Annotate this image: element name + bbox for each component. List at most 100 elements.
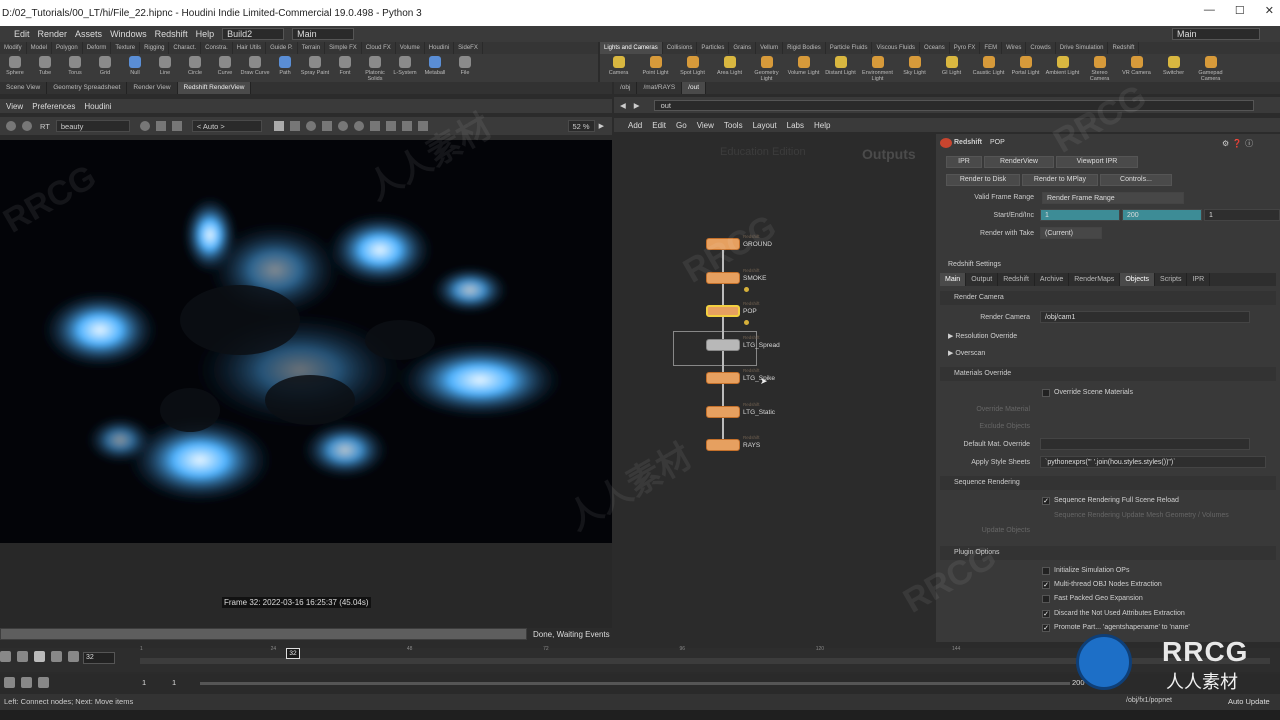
tool-caustic-light[interactable]: Caustic Light xyxy=(970,54,1007,76)
auto-update-button[interactable]: Auto Update xyxy=(1228,697,1270,706)
tab-render-view[interactable]: Render View xyxy=(127,82,178,94)
node-ground[interactable] xyxy=(706,238,740,250)
shelf-tab-grains[interactable]: Grains xyxy=(729,42,757,54)
shelf-tab-oceans[interactable]: Oceans xyxy=(920,42,950,54)
color-wheel-icon[interactable] xyxy=(305,121,316,131)
shelf-tab-rigging[interactable]: Rigging xyxy=(140,42,170,54)
default-mat-override-field[interactable] xyxy=(1040,438,1250,450)
shelf-tab-fem[interactable]: FEM xyxy=(980,42,1003,54)
shelf-tab-modify[interactable]: Modify xyxy=(0,42,27,54)
stop-render-icon[interactable] xyxy=(22,121,32,131)
lock-icon[interactable] xyxy=(401,121,412,131)
shelf-tab-sidefx[interactable]: SideFX xyxy=(454,42,483,54)
materials-override-section[interactable]: Materials Override xyxy=(940,367,1276,381)
tab-scene-view[interactable]: Scene View xyxy=(0,82,48,94)
net-menu-go[interactable]: Go xyxy=(676,121,687,130)
init-sim-ops-checkbox[interactable] xyxy=(1042,567,1050,575)
render-view-canvas[interactable] xyxy=(0,140,612,543)
node-pop[interactable] xyxy=(706,305,740,317)
render-with-take-select[interactable]: (Current) xyxy=(1040,227,1102,239)
shelf-tab-pyro-fx[interactable]: Pyro FX xyxy=(950,42,981,54)
range-start[interactable]: 1 xyxy=(142,678,146,687)
tool-camera[interactable]: Camera xyxy=(600,54,637,76)
viewport-ipr-button[interactable]: Viewport IPR xyxy=(1056,156,1138,168)
param-tab-output[interactable]: Output xyxy=(966,273,999,286)
net-menu-tools[interactable]: Tools xyxy=(724,121,743,130)
node-rays[interactable] xyxy=(706,439,740,451)
tool-switcher[interactable]: Switcher xyxy=(1155,54,1192,76)
timeline-cursor[interactable]: 32 xyxy=(286,648,300,659)
tool-volume-light[interactable]: Volume Light xyxy=(785,54,822,76)
shelf-tab-wires[interactable]: Wires xyxy=(1002,42,1027,54)
tool-line[interactable]: Line xyxy=(150,54,180,76)
tool-draw-curve[interactable]: Draw Curve xyxy=(240,54,270,76)
seq-full-reload-checkbox[interactable]: ✓ xyxy=(1042,497,1050,505)
valid-frame-range-select[interactable]: Render Frame Range xyxy=(1042,192,1184,204)
net-menu-layout[interactable]: Layout xyxy=(753,121,777,130)
tool-spot-light[interactable]: Spot Light xyxy=(674,54,711,76)
discard-unused-checkbox[interactable]: ✓ xyxy=(1042,610,1050,618)
menu-windows[interactable]: Windows xyxy=(110,29,147,39)
range-start-2[interactable]: 1 xyxy=(172,678,176,687)
zoom-field[interactable]: 52 % xyxy=(567,120,595,132)
right-main-selector[interactable]: Main xyxy=(1172,28,1260,40)
tool-gi-light[interactable]: GI Light xyxy=(933,54,970,76)
shelf-tab-redshift[interactable]: Redshift xyxy=(1108,42,1140,54)
tool-stereo-camera[interactable]: Stereo Camera xyxy=(1081,54,1118,82)
shelf-tab-guide-p[interactable]: Guide P. xyxy=(266,42,298,54)
controls-button[interactable]: Controls... xyxy=(1100,174,1172,186)
promote-part-checkbox[interactable]: ✓ xyxy=(1042,624,1050,632)
plugin-options-section[interactable]: Plugin Options xyxy=(940,546,1276,560)
desktop-selector[interactable]: Build2 xyxy=(222,28,285,40)
start-render-icon[interactable] xyxy=(6,121,16,131)
overscan-toggle[interactable]: ▶ Overscan xyxy=(948,349,985,357)
expand-icon[interactable] xyxy=(369,121,380,131)
param-tab-redshift[interactable]: Redshift xyxy=(998,273,1035,286)
shelf-tab-viscous-fluids[interactable]: Viscous Fluids xyxy=(872,42,921,54)
tool-vr-camera[interactable]: VR Camera xyxy=(1118,54,1155,76)
ab-icon[interactable] xyxy=(417,121,428,131)
settings-icon[interactable] xyxy=(321,121,332,131)
param-header-icons[interactable]: ⚙❓ⓘ xyxy=(1222,138,1272,148)
snapshot-icon[interactable] xyxy=(139,121,150,131)
tool-area-light[interactable]: Area Light xyxy=(711,54,748,76)
shelf-tab-texture[interactable]: Texture xyxy=(111,42,141,54)
crop-icon[interactable] xyxy=(171,121,182,131)
shelf-tab-drive-simulation[interactable]: Drive Simulation xyxy=(1056,42,1109,54)
tool-sky-light[interactable]: Sky Light xyxy=(896,54,933,76)
tool-sphere[interactable]: Sphere xyxy=(0,54,30,76)
tool-l-system[interactable]: L-System xyxy=(390,54,420,76)
param-tab-archive[interactable]: Archive xyxy=(1035,273,1070,286)
stop-icon[interactable] xyxy=(34,651,45,662)
render-camera-field[interactable]: /obj/cam1 xyxy=(1040,311,1250,323)
tool-circle[interactable]: Circle xyxy=(180,54,210,76)
shelf-tab-lights-and-cameras[interactable]: Lights and Cameras xyxy=(600,42,663,54)
network-path-field[interactable]: out xyxy=(653,99,1254,111)
tool-gamepad-camera[interactable]: Gamepad Camera xyxy=(1192,54,1229,82)
back-arrow-icon[interactable]: ◀ xyxy=(620,101,626,110)
inc-field[interactable]: 1 xyxy=(1204,209,1280,221)
fast-packed-checkbox[interactable] xyxy=(1042,595,1050,603)
param-node-name[interactable]: POP xyxy=(986,137,1222,149)
multithread-obj-checkbox[interactable]: ✓ xyxy=(1042,581,1050,589)
param-tab-objects[interactable]: Objects xyxy=(1120,273,1156,286)
rt-label[interactable]: RT xyxy=(40,122,50,131)
tool-torus[interactable]: Torus xyxy=(60,54,90,76)
tab-redshift-renderview[interactable]: Redshift RenderView xyxy=(177,82,252,94)
tool-grid[interactable]: Grid xyxy=(90,54,120,76)
tool-tube[interactable]: Tube xyxy=(30,54,60,76)
shelf-tab-polygon[interactable]: Polygon xyxy=(52,42,83,54)
shelf-tab-particles[interactable]: Particles xyxy=(697,42,730,54)
param-tab-ipr[interactable]: IPR xyxy=(1187,273,1211,286)
tool-font[interactable]: Font xyxy=(330,54,360,76)
ipr-button[interactable]: IPR xyxy=(946,156,982,168)
shelf-tab-houdini[interactable]: Houdini xyxy=(425,42,455,54)
param-tab-scripts[interactable]: Scripts xyxy=(1155,273,1188,286)
shelf-tab-hair-utils[interactable]: Hair Utils xyxy=(233,42,267,54)
tool-metaball[interactable]: Metaball xyxy=(420,54,450,76)
menu-edit[interactable]: Edit xyxy=(14,29,30,39)
tool-distant-light[interactable]: Distant Light xyxy=(822,54,859,76)
override-scene-materials-checkbox[interactable] xyxy=(1042,389,1050,397)
realtime-icon[interactable] xyxy=(38,677,49,688)
node-ltg-spread[interactable] xyxy=(706,338,740,351)
